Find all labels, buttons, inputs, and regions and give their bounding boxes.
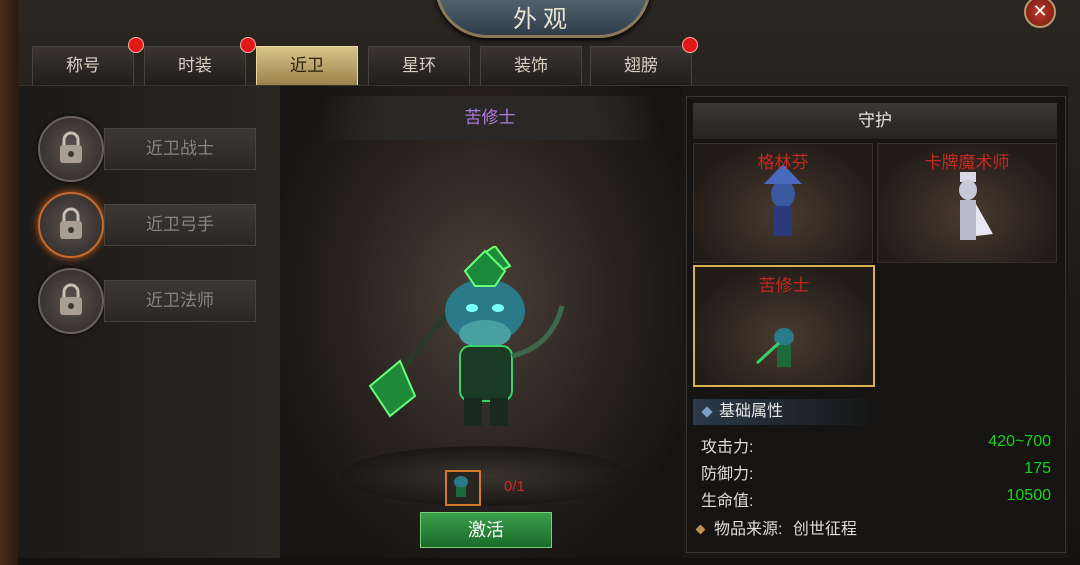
diamond-icon <box>695 524 706 535</box>
skin-name: 格林芬 <box>757 153 809 172</box>
stat-row: 生命值: 10500 <box>701 487 1051 511</box>
tab-fashion-badge <box>240 37 256 53</box>
skin-card[interactable]: 格林芬 <box>693 143 873 263</box>
role-label: 近卫弓手 <box>104 204 256 246</box>
stat-row: 攻击力: 420~700 <box>701 433 1051 457</box>
role-mage[interactable]: 近卫法师 <box>38 268 278 334</box>
stat-label: 生命值: <box>701 493 754 510</box>
stats-title: 基础属性 <box>719 403 784 420</box>
skin-name: 卡牌魔术师 <box>924 153 1010 172</box>
stat-label: 防御力: <box>701 466 754 483</box>
stat-value: 420~700 <box>988 433 1051 450</box>
guard-panel: 守护 格林芬 卡牌魔术师 苦修士 基础属性 攻击力: 420~700 防御力: … <box>686 96 1066 553</box>
character-thumbnail-icon <box>454 476 468 497</box>
main-panel: 近卫战士 近卫弓手 近卫法师 苦修士 0/1 激活 守护 格林芬 卡牌魔术师 苦… <box>18 85 1068 558</box>
tab-wings[interactable]: 翅膀 <box>590 46 692 86</box>
role-archer[interactable]: 近卫弓手 <box>38 192 278 258</box>
lock-icon <box>60 283 82 315</box>
lock-icon <box>60 207 82 239</box>
role-emblem <box>38 116 104 182</box>
preview-panel: 苦修士 0/1 激活 <box>280 86 682 558</box>
role-label: 近卫法师 <box>104 280 256 322</box>
stat-label: 攻击力: <box>701 439 754 456</box>
diamond-icon <box>701 406 713 418</box>
stat-value: 10500 <box>1006 487 1052 504</box>
stats-header: 基础属性 <box>693 399 883 425</box>
character-model[interactable] <box>360 246 590 436</box>
tab-fashion[interactable]: 时装 <box>144 46 246 86</box>
tab-guard[interactable]: 近卫 <box>256 46 358 86</box>
role-emblem <box>38 192 104 258</box>
preview-name: 苦修士 <box>320 96 660 140</box>
background-hud-edge <box>0 0 18 565</box>
item-count: 0/1 <box>504 478 525 495</box>
item-slot[interactable] <box>445 470 481 506</box>
window-title-plaque: 外观 <box>435 0 651 38</box>
close-icon: ✕ <box>1032 1 1048 21</box>
tab-wings-badge <box>682 37 698 53</box>
role-warrior[interactable]: 近卫战士 <box>38 116 278 182</box>
activate-button[interactable]: 激活 <box>420 512 552 548</box>
window-title: 外观 <box>513 5 573 33</box>
skin-card[interactable]: 卡牌魔术师 <box>877 143 1057 263</box>
guard-header: 守护 <box>693 103 1057 139</box>
item-source: 物品来源: 创世征程 <box>695 515 857 539</box>
role-label: 近卫战士 <box>104 128 256 170</box>
source-value: 创世征程 <box>792 521 857 538</box>
skin-name: 苦修士 <box>758 276 810 295</box>
role-emblem <box>38 268 104 334</box>
tab-title-badge <box>128 37 144 53</box>
lock-icon <box>60 131 82 163</box>
stat-value: 175 <box>1024 460 1051 477</box>
source-label: 物品来源: <box>714 521 783 538</box>
tab-star-ring[interactable]: 星环 <box>368 46 470 86</box>
pedestal <box>340 446 630 506</box>
stat-row: 防御力: 175 <box>701 460 1051 484</box>
tab-decoration[interactable]: 装饰 <box>480 46 582 86</box>
tab-title[interactable]: 称号 <box>32 46 134 86</box>
role-list: 近卫战士 近卫弓手 近卫法师 <box>18 86 280 558</box>
skin-card-selected[interactable]: 苦修士 <box>693 265 875 387</box>
